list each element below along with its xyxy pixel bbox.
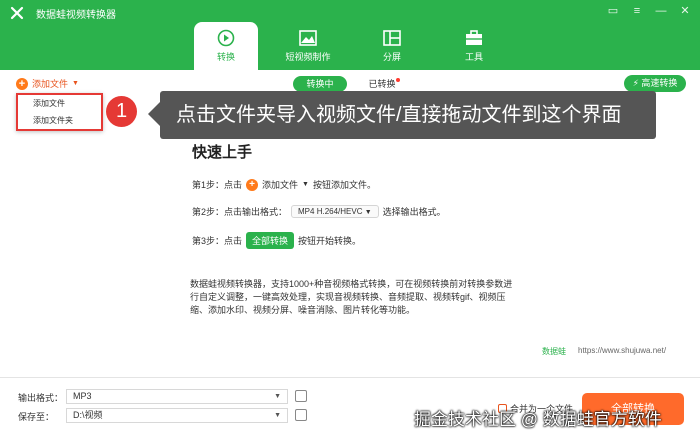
callout-arrow <box>148 102 160 126</box>
image-icon <box>299 30 317 46</box>
website-link[interactable]: https://www.shujuwa.net/ <box>578 346 666 355</box>
fast-convert-button[interactable]: ⚡ 高速转换 <box>624 75 686 92</box>
folder-icon[interactable] <box>295 409 307 421</box>
menu-item-add-file[interactable]: 添加文件 <box>18 95 101 112</box>
step-1-button: 添加文件 <box>262 180 299 190</box>
tab-split-screen-label: 分屏 <box>382 52 401 62</box>
menu-icon[interactable]: ≡ <box>630 4 644 18</box>
quick-start-step-3: 第3步：点击 全部转换 按钮开始转换。 <box>192 232 361 249</box>
convert-all-example-pill: 全部转换 <box>246 232 295 249</box>
step-3-suffix: 按钮开始转换。 <box>298 236 362 246</box>
quick-start-step-1: 第1步：点击 + 添加文件 ▼ 按钮添加文件。 <box>192 178 376 191</box>
add-file-dropdown: 添加文件 添加文件夹 <box>16 93 103 131</box>
lightning-icon: ⚡ <box>632 78 639 88</box>
step-2-prefix: 第2步：点击输出格式： <box>192 207 288 217</box>
chevron-down-icon: ▼ <box>72 80 79 87</box>
app-title: 数据蛙视频转换器 <box>36 10 116 21</box>
tab-convert-label: 转换 <box>216 52 235 62</box>
plus-icon: + <box>246 178 259 191</box>
minimize-icon[interactable]: — <box>654 4 668 18</box>
tab-converted[interactable]: 已转换 <box>362 76 402 92</box>
step-3-prefix: 第3步：点击 <box>192 236 243 246</box>
notification-dot <box>396 78 400 82</box>
save-path-value: D:\视频 <box>73 410 103 420</box>
feedback-icon[interactable]: ▭ <box>606 4 620 18</box>
top-bar: 数据蛙视频转换器 ▭ ≡ — ✕ 转换 短视频制作 分屏 工具 <box>0 0 700 70</box>
tab-short-video-label: 短视频制作 <box>285 52 331 62</box>
chevron-down-icon: ▼ <box>274 412 281 419</box>
tab-tools-label: 工具 <box>464 52 483 62</box>
footer-brand-name: 数据蛙 <box>542 347 566 356</box>
toolbox-icon <box>466 30 482 45</box>
save-to-label: 保存至： <box>18 412 55 422</box>
output-format-value: MP3 <box>73 391 92 401</box>
plus-icon: + <box>16 77 28 90</box>
add-file-label: 添加文件 <box>32 79 69 89</box>
app-description: 数据蛙视频转换器，支持1000+种音视频格式转换，可在视频转换前对转换参数进行自… <box>190 279 513 315</box>
format-example-label: MP4 H.264/HEVC <box>298 207 363 216</box>
output-format-select[interactable]: MP3 ▼ <box>66 389 288 404</box>
tab-tools[interactable]: 工具 <box>442 22 506 70</box>
tab-convert[interactable]: 转换 <box>194 22 258 70</box>
instruction-callout: 点击文件夹导入视频文件/直接拖动文件到这个界面 <box>160 91 656 139</box>
bottom-divider <box>0 377 700 378</box>
step-2-suffix: 选择输出格式。 <box>382 207 446 217</box>
tab-converted-label: 已转换 <box>368 79 396 89</box>
step-1-suffix: 按钮添加文件。 <box>312 180 376 190</box>
split-screen-icon <box>383 30 401 46</box>
fast-convert-label: 高速转换 <box>641 78 678 88</box>
convert-icon <box>217 29 235 47</box>
quick-start-step-2: 第2步：点击输出格式： MP4 H.264/HEVC ▼ 选择输出格式。 <box>192 205 446 218</box>
menu-item-add-folder[interactable]: 添加文件夹 <box>18 112 101 129</box>
output-format-label: 输出格式： <box>18 393 64 403</box>
save-path-select[interactable]: D:\视频 ▼ <box>66 408 288 423</box>
window-controls: ▭ ≡ — ✕ <box>606 4 692 18</box>
tab-converting[interactable]: 转换中 <box>293 76 347 92</box>
chevron-down-icon: ▼ <box>274 393 281 400</box>
close-icon[interactable]: ✕ <box>678 4 692 18</box>
tab-split-screen[interactable]: 分屏 <box>360 22 424 70</box>
format-settings-icon[interactable] <box>295 390 307 402</box>
step-number-badge: 1 <box>106 96 137 127</box>
chevron-down-icon: ▼ <box>302 181 309 188</box>
tab-short-video[interactable]: 短视频制作 <box>276 22 340 70</box>
watermark-text: 掘金技术社区 @ 数据蛙官方软件 <box>414 410 662 429</box>
step-1-prefix: 第1步：点击 <box>192 180 243 190</box>
quick-start-title: 快速上手 <box>192 144 253 161</box>
app-logo-icon <box>10 6 24 20</box>
format-example-pill: MP4 H.264/HEVC ▼ <box>291 205 379 218</box>
add-file-button[interactable]: + 添加文件 ▼ <box>16 77 79 90</box>
chevron-down-icon: ▼ <box>364 209 372 216</box>
